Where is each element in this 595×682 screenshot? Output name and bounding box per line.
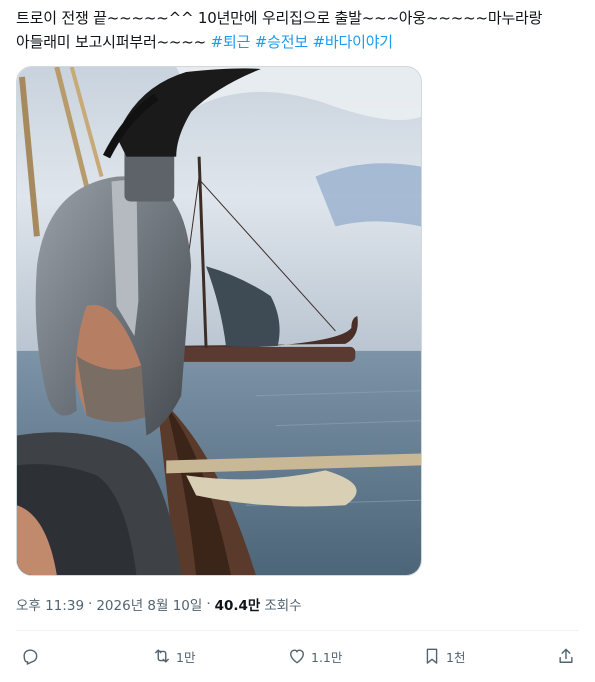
hashtag-link[interactable]: #승전보: [255, 33, 308, 51]
hashtag-link[interactable]: #바다이야기: [313, 33, 394, 51]
retweet-icon: [155, 649, 169, 663]
tweet-meta: 오후 11:39 · 2026년 8월 10일 · 40.4만 조회수: [16, 594, 302, 614]
bookmark-icon: [426, 648, 438, 664]
action-bar: 1만 1.1만 1천: [0, 640, 595, 674]
retweet-button[interactable]: 1만: [152, 640, 195, 672]
tweet-photo[interactable]: [16, 66, 422, 576]
photo-warrior-at-sea: [17, 67, 421, 575]
heart-icon: [290, 649, 304, 664]
retweet-count: 1만: [176, 649, 196, 665]
tweet-text: 트로이 전쟁 끝~~~~~^^ 10년만에 우리집으로 출발~~~아웅~~~~~…: [16, 6, 584, 54]
tweet-time[interactable]: 오후 11:39: [16, 594, 84, 614]
view-count: 40.4만: [214, 598, 261, 614]
meta-separator: ·: [88, 596, 93, 612]
tweet-date[interactable]: 2026년 8월 10일: [96, 594, 202, 614]
meta-separator: ·: [206, 596, 211, 612]
divider: [16, 630, 579, 631]
share-button[interactable]: [556, 640, 576, 672]
view-label: 조회수: [264, 598, 302, 614]
bookmark-button[interactable]: 1천: [422, 640, 465, 672]
share-icon: [559, 648, 573, 663]
reply-icon: [23, 649, 38, 666]
bookmark-count: 1천: [446, 649, 466, 665]
reply-button[interactable]: [20, 640, 44, 672]
like-count: 1.1만: [311, 649, 343, 665]
like-button[interactable]: 1.1만: [287, 640, 342, 672]
hashtag-link[interactable]: #퇴근: [211, 33, 251, 51]
